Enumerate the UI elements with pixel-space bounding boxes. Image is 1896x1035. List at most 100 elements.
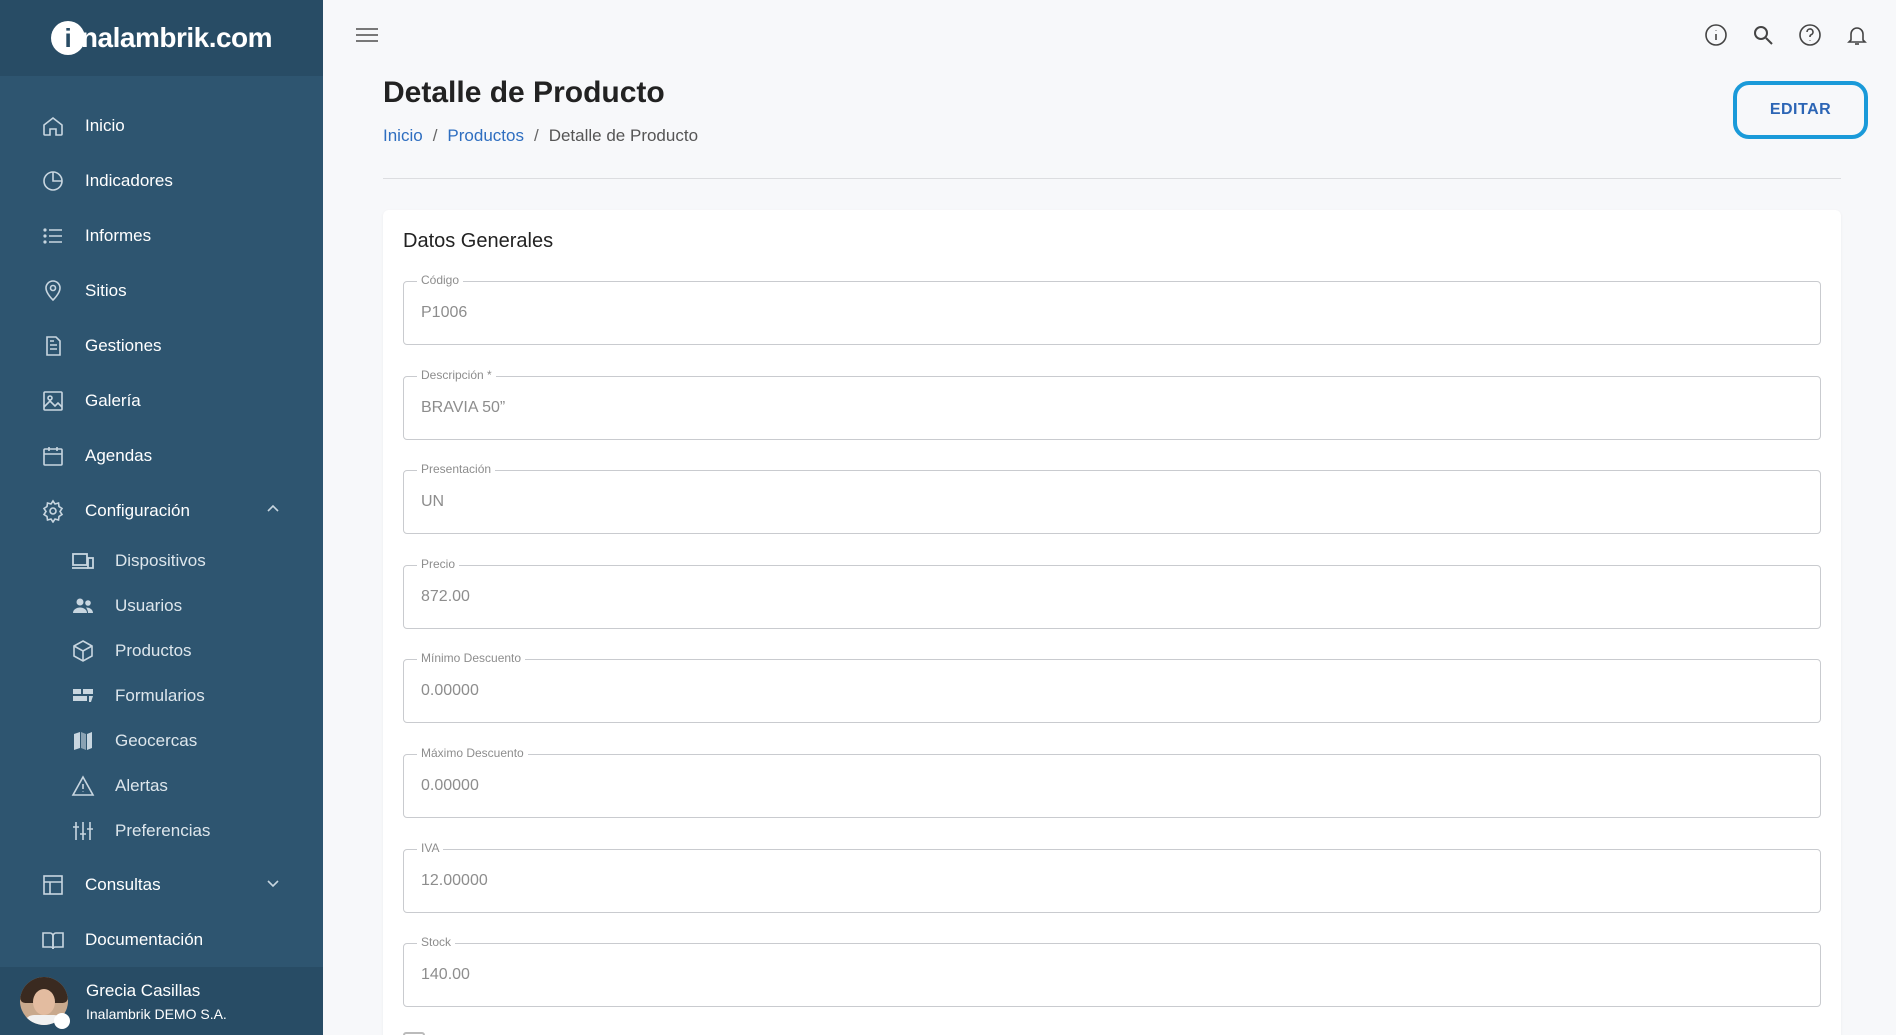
field-value: 872.00	[421, 588, 470, 605]
warning-icon	[70, 773, 96, 799]
field-label: Presentación	[417, 462, 496, 476]
sidebar-item-label: Documentación	[85, 929, 204, 949]
sidebar-subitem-label: Dispositivos	[115, 550, 206, 570]
breadcrumb-separator: /	[533, 126, 539, 145]
chevron-up-icon[interactable]	[265, 501, 281, 522]
field-label: Mínimo Descuento	[417, 651, 526, 665]
sidebar-subitem-label: Geocercas	[115, 730, 198, 750]
sidebar-item-indicadores[interactable]: Indicadores	[0, 153, 323, 208]
field-value: 0.00000	[421, 777, 479, 794]
page-title: Detalle de Producto	[383, 76, 665, 109]
edit-button[interactable]: EDITAR	[1733, 81, 1868, 139]
location-pin-icon	[40, 278, 66, 304]
field-value: P1006	[421, 304, 468, 321]
help-icon[interactable]	[1797, 22, 1823, 48]
user-profile[interactable]: Grecia Casillas Inalambrik DEMO S.A.	[0, 967, 323, 1035]
topbar-actions	[1703, 22, 1870, 48]
sidebar-subitem-usuarios[interactable]: Usuarios	[0, 583, 323, 628]
gear-icon	[40, 498, 66, 524]
sidebar-subitem-productos[interactable]: Productos	[0, 628, 323, 673]
sidebar-subitem-label: Productos	[115, 640, 192, 660]
chevron-down-icon[interactable]	[265, 875, 281, 896]
image-icon	[40, 388, 66, 414]
sidebar-item-inicio[interactable]: Inicio	[0, 98, 323, 153]
sidebar-subitem-label: Alertas	[115, 775, 168, 795]
card-title: Datos Generales	[403, 230, 554, 252]
sidebar-subitem-label: Preferencias	[115, 820, 211, 840]
field-value: 140.00	[421, 966, 470, 983]
divider	[383, 178, 1841, 179]
iva-field[interactable]: IVA 12.00000	[403, 841, 1821, 913]
sidebar-item-galeria[interactable]: Galería	[0, 373, 323, 428]
field-label: Precio	[417, 557, 460, 571]
users-icon	[70, 593, 96, 619]
list-icon	[40, 223, 66, 249]
logo-bar: i nalambrik.com	[0, 0, 323, 76]
calendar-icon	[40, 443, 66, 469]
sidebar-item-label: Informes	[85, 225, 152, 245]
sidebar-item-label: Consultas	[85, 874, 161, 894]
document-icon	[40, 333, 66, 359]
map-icon	[70, 728, 96, 754]
presentacion-field[interactable]: Presentación UN	[403, 462, 1821, 534]
breadcrumb-separator: /	[432, 126, 438, 145]
user-name: Grecia Casillas	[86, 980, 201, 1000]
precio-field[interactable]: Precio 872.00	[403, 557, 1821, 629]
devices-icon	[70, 548, 96, 574]
breadcrumb-productos[interactable]: Productos	[447, 126, 524, 145]
form-icon	[70, 683, 96, 709]
sidebar-subitem-preferencias[interactable]: Preferencias	[0, 808, 323, 853]
sidebar-item-consultas[interactable]: Consultas	[0, 857, 323, 912]
sidebar-item-configuracion[interactable]: Configuración	[0, 483, 323, 538]
sidebar-subitem-geocercas[interactable]: Geocercas	[0, 718, 323, 763]
field-value: BRAVIA 50”	[421, 399, 506, 416]
sidebar-item-label: Sitios	[85, 280, 127, 300]
sidebar-item-label: Indicadores	[85, 170, 173, 190]
field-value: UN	[421, 493, 445, 510]
logo-circle: i	[50, 21, 85, 55]
bell-icon[interactable]	[1844, 22, 1870, 48]
brand-logo[interactable]: i nalambrik.com	[50, 21, 273, 55]
sidebar-subitem-label: Formularios	[115, 685, 205, 705]
home-icon	[40, 113, 66, 139]
field-label: Código	[417, 273, 464, 287]
breadcrumb: Inicio / Productos / Detalle de Producto	[383, 126, 698, 146]
field-label: Stock	[417, 935, 456, 949]
sidebar-item-informes[interactable]: Informes	[0, 208, 323, 263]
logo-text: nalambrik.com	[80, 22, 273, 53]
sidebar-item-agendas[interactable]: Agendas	[0, 428, 323, 483]
field-label: Descripción *	[417, 368, 496, 382]
field-label: Máximo Descuento	[417, 746, 528, 760]
search-icon[interactable]	[1750, 22, 1776, 48]
sidebar-subitem-dispositivos[interactable]: Dispositivos	[0, 538, 323, 583]
sidebar-item-sitios[interactable]: Sitios	[0, 263, 323, 318]
sidebar-subitem-alertas[interactable]: Alertas	[0, 763, 323, 808]
user-company: Inalambrik DEMO S.A.	[86, 1005, 227, 1022]
pie-chart-icon	[40, 168, 66, 194]
codigo-field[interactable]: Código P1006	[403, 273, 1821, 345]
table-icon	[40, 872, 66, 898]
sidebar-item-gestiones[interactable]: Gestiones	[0, 318, 323, 373]
sidebar-item-label: Gestiones	[85, 335, 162, 355]
field-value: 12.00000	[421, 872, 488, 889]
menu-icon[interactable]	[355, 26, 379, 49]
sidebar-subitem-formularios[interactable]: Formularios	[0, 673, 323, 718]
breadcrumb-current: Detalle de Producto	[548, 126, 699, 145]
maximo-descuento-field[interactable]: Máximo Descuento 0.00000	[403, 746, 1821, 818]
topbar	[323, 0, 1896, 70]
sidebar-nav: Inicio Indicadores Informes Sitios Gesti…	[0, 76, 323, 967]
sidebar-item-label: Inicio	[85, 115, 125, 135]
sidebar-item-label: Agendas	[85, 445, 153, 465]
general-data-card: Datos Generales Código P1006 Descripción…	[383, 210, 1841, 1035]
sidebar-item-documentacion[interactable]: Documentación	[0, 912, 323, 967]
book-icon	[40, 927, 66, 953]
status-badge	[54, 1013, 70, 1029]
descripcion-field[interactable]: Descripción * BRAVIA 50”	[403, 368, 1821, 440]
sidebar: i nalambrik.com Inicio Indicadores Infor…	[0, 0, 323, 1035]
field-value: 0.00000	[421, 682, 479, 699]
minimo-descuento-field[interactable]: Mínimo Descuento 0.00000	[403, 651, 1821, 723]
breadcrumb-inicio[interactable]: Inicio	[383, 126, 423, 145]
stock-field[interactable]: Stock 140.00	[403, 935, 1821, 1007]
info-icon[interactable]	[1703, 22, 1729, 48]
user-info: Grecia Casillas Inalambrik DEMO S.A.	[86, 981, 227, 1022]
